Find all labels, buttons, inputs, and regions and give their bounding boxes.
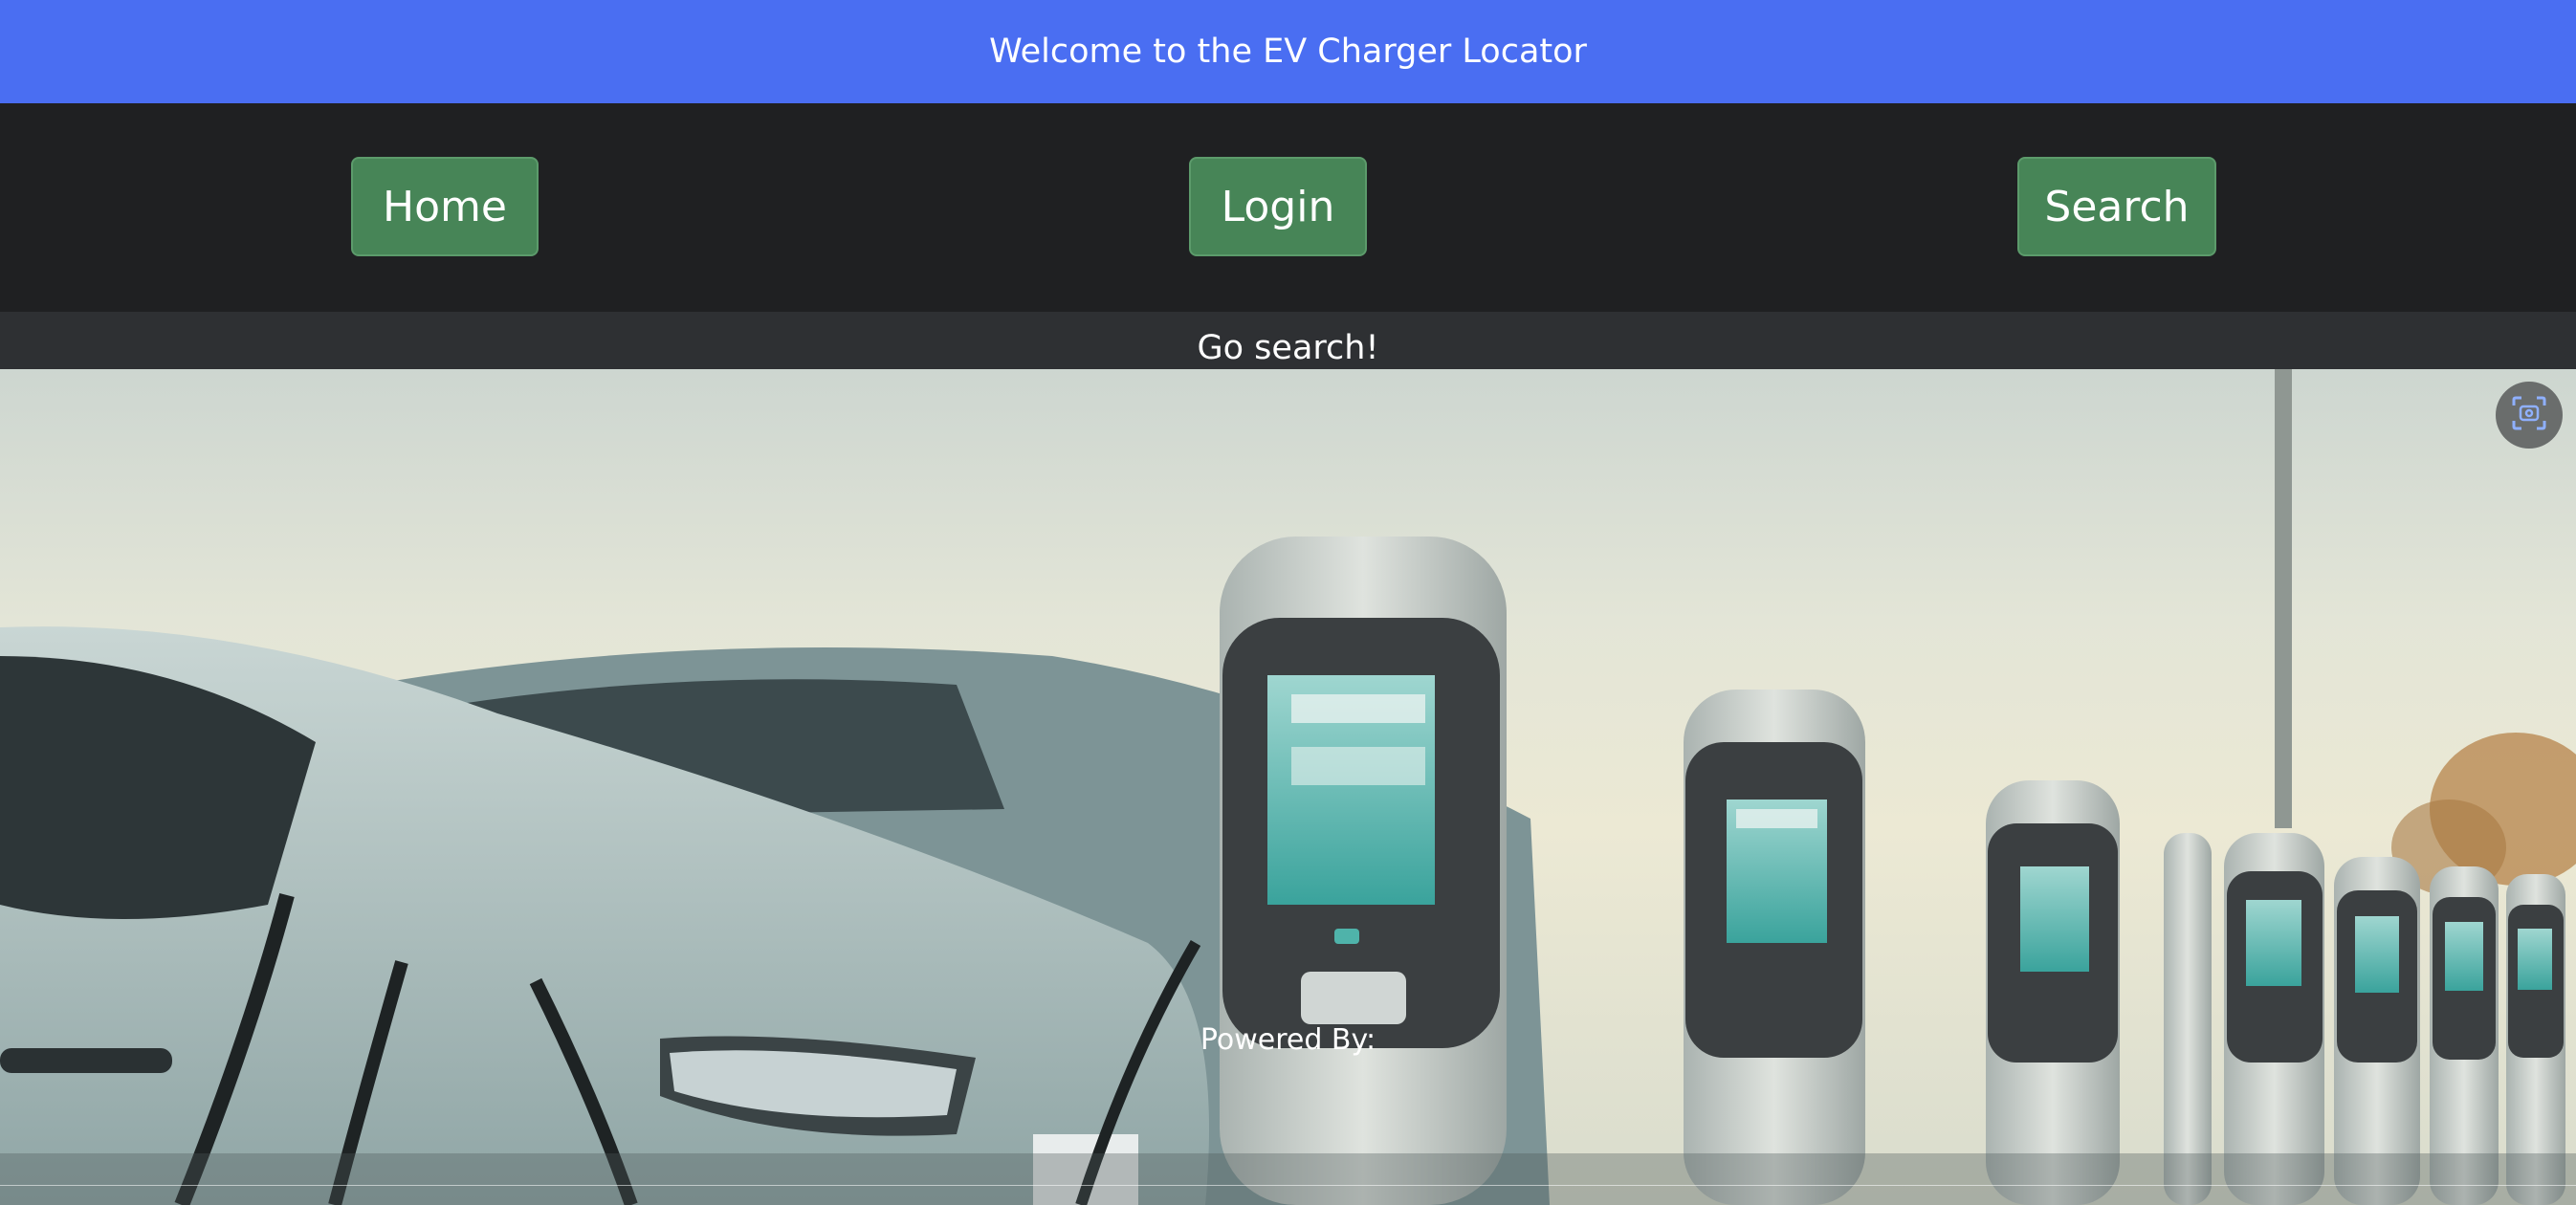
home-button[interactable]: Home — [351, 157, 539, 256]
screen-capture-icon — [2510, 394, 2548, 436]
go-search-text: Go search! — [1197, 329, 1379, 367]
login-button[interactable]: Login — [1189, 157, 1367, 256]
navbar: Home Login Search — [0, 103, 2576, 312]
footer-divider — [0, 1185, 2576, 1186]
search-button[interactable]: Search — [2017, 157, 2216, 256]
page: Welcome to the EV Charger Locator Home L… — [0, 0, 2576, 1205]
screen-capture-button[interactable] — [2496, 382, 2563, 449]
powered-by-text: Powered By: — [1200, 1023, 1376, 1057]
hero-image: Powered By: — [0, 369, 2576, 1205]
welcome-text: Welcome to the EV Charger Locator — [989, 33, 1587, 71]
ev-charging-illustration — [0, 369, 2576, 1205]
welcome-banner: Welcome to the EV Charger Locator — [0, 0, 2576, 103]
go-search-bar: Go search! — [0, 312, 2576, 369]
